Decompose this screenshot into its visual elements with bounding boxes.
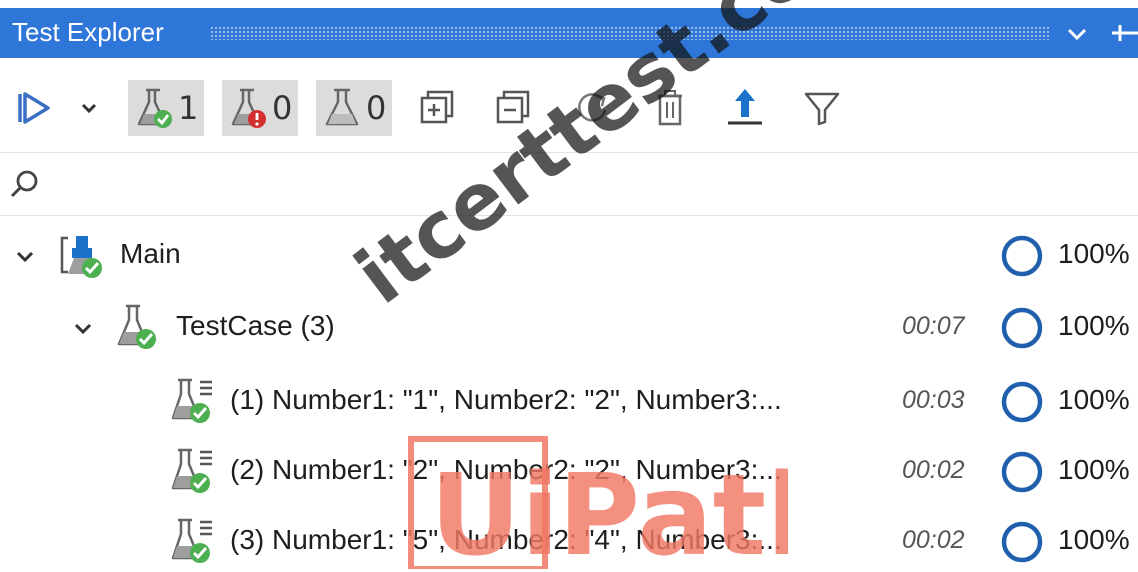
run-all-button[interactable] — [10, 80, 58, 136]
test-case-flask-icon — [117, 304, 156, 349]
passed-filter-button[interactable]: 1 — [128, 80, 205, 136]
passed-flask-icon — [137, 88, 172, 128]
test-set-icon — [60, 236, 102, 278]
tree-row-variation[interactable]: (2) Number1: "2", Number2: "2", Number3:… — [0, 442, 1138, 502]
test-duration: 00:07 — [902, 312, 965, 340]
failed-flask-icon — [231, 88, 266, 128]
pin-icon[interactable] — [1106, 16, 1138, 50]
search-icon — [10, 170, 38, 198]
test-duration: 00:02 — [902, 456, 965, 484]
trash-icon — [658, 90, 682, 126]
refresh-icon — [578, 93, 607, 122]
run-all-icon — [18, 92, 50, 124]
coverage-percent: 100% — [1058, 454, 1130, 485]
chevron-down-icon[interactable] — [72, 318, 94, 340]
data-variation-flask-icon — [171, 378, 212, 423]
tree-row-testcase[interactable]: TestCase (3) 00:07 100% — [0, 298, 1138, 358]
coverage-ring-icon — [1001, 381, 1043, 423]
coverage-ring-icon — [1001, 307, 1043, 349]
not-run-flask-icon — [325, 88, 359, 126]
filter-funnel-icon — [804, 92, 840, 126]
tree-node-label: Main — [120, 238, 181, 269]
test-duration: 00:02 — [902, 526, 965, 554]
tree-row-variation[interactable]: (1) Number1: "1", Number2: "2", Number3:… — [0, 372, 1138, 432]
export-upload-icon — [728, 89, 762, 125]
data-variation-flask-icon — [171, 518, 212, 563]
tree-row-main[interactable]: Main 100% — [0, 226, 1138, 286]
tree-row-variation[interactable]: (3) Number1: "5", Number2: "4", Number3:… — [0, 512, 1138, 572]
not-run-count: 0 — [366, 89, 387, 127]
collapse-all-icon — [496, 90, 530, 124]
coverage-percent: 100% — [1058, 310, 1130, 341]
failed-count: 0 — [272, 89, 293, 127]
search-bar — [0, 152, 1138, 216]
expand-all-button[interactable] — [416, 80, 460, 136]
title-bar: Test Explorer — [0, 8, 1138, 58]
coverage-ring-icon — [1001, 235, 1043, 277]
export-button[interactable] — [722, 80, 768, 136]
tree-node-label: (2) Number1: "2", Number2: "2", Number3:… — [230, 454, 782, 485]
chevron-down-icon — [81, 103, 97, 114]
filter-button[interactable] — [800, 80, 844, 136]
delete-button[interactable] — [648, 80, 692, 136]
title-bar-grip — [210, 26, 1050, 40]
window-title: Test Explorer — [12, 17, 164, 47]
test-duration: 00:03 — [902, 386, 965, 414]
refresh-button[interactable] — [570, 80, 614, 136]
not-run-filter-button[interactable]: 0 — [316, 80, 393, 136]
coverage-percent: 100% — [1058, 384, 1130, 415]
coverage-percent: 100% — [1058, 238, 1130, 269]
passed-count: 1 — [178, 89, 199, 127]
chevron-down-icon[interactable] — [1062, 16, 1092, 50]
data-variation-flask-icon — [171, 448, 212, 493]
coverage-ring-icon — [1001, 521, 1043, 563]
tree-node-label: (3) Number1: "5", Number2: "4", Number3:… — [230, 524, 782, 555]
coverage-percent: 100% — [1058, 524, 1130, 555]
failed-filter-button[interactable]: 0 — [222, 80, 299, 136]
tree-node-label: (1) Number1: "1", Number2: "2", Number3:… — [230, 384, 782, 415]
run-dropdown-button[interactable] — [78, 80, 100, 136]
expand-all-icon — [420, 90, 454, 124]
tree-node-label: TestCase (3) — [176, 310, 335, 341]
search-input[interactable] — [50, 163, 1124, 205]
collapse-all-button[interactable] — [492, 80, 536, 136]
toolbar: 1 0 0 — [0, 70, 1138, 146]
chevron-down-icon[interactable] — [14, 246, 36, 268]
coverage-ring-icon — [1001, 451, 1043, 493]
